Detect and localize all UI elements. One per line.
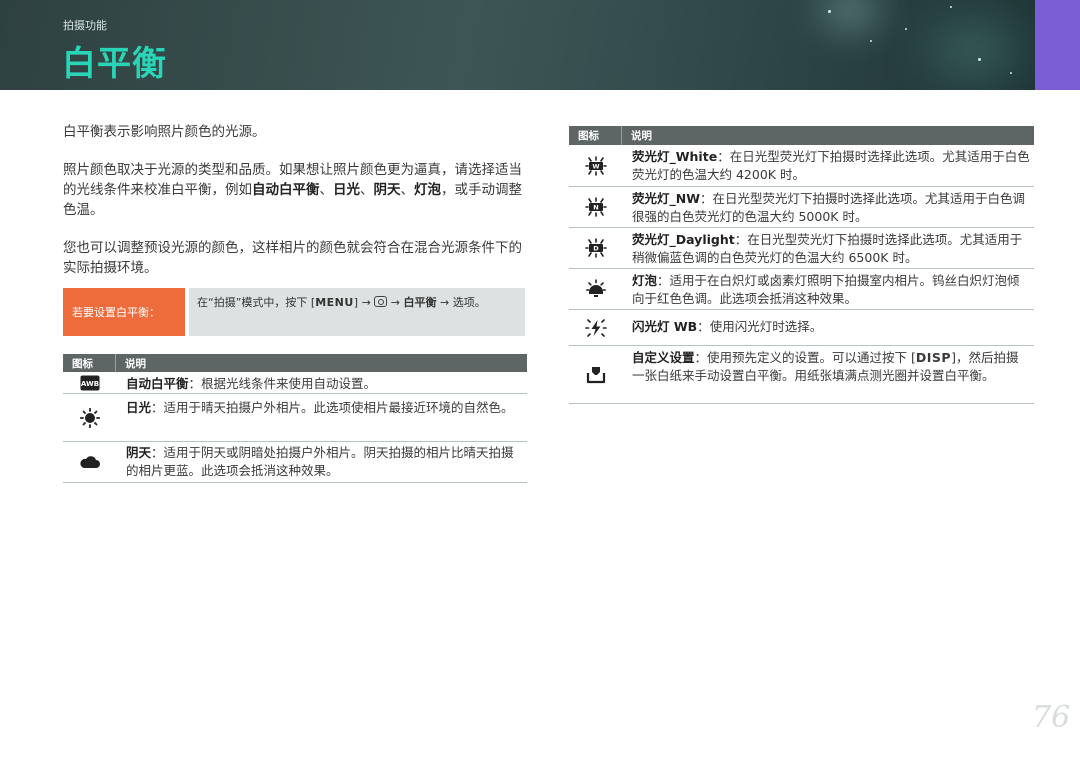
row-text: 日光：适用于晴天拍摄户外相片。此选项使相片最接近环境的自然色。	[126, 400, 514, 415]
flash-wb-icon	[569, 310, 623, 345]
row-text: 闪光灯 WB：使用闪光灯时选择。	[632, 319, 823, 334]
page-title: 白平衡	[62, 44, 167, 84]
intro-paragraph-2: 照片颜色取决于光源的类型和品质。如果想让照片颜色更为逼真，请选择适当的光线条件来…	[63, 162, 522, 218]
menu-key: MENU	[315, 296, 354, 309]
table-row: AWB 自动白平衡：根据光线条件来使用自动设置。	[63, 372, 527, 394]
table-row: 日光：适用于晴天拍摄户外相片。此选项使相片最接近环境的自然色。	[63, 394, 527, 442]
table-row: W 荧光灯_White：在日光型荧光灯下拍摄时选择此选项。尤其适用于白色荧光灯的…	[569, 145, 1034, 187]
fluorescent-w-icon: W	[569, 145, 623, 186]
row-text: 荧光灯_NW：在日光型荧光灯下拍摄时选择此选项。尤其适用于白色调很强的白色荧光灯…	[632, 191, 1026, 224]
header-icon-col: 图标	[63, 354, 116, 372]
camera-settings-icon	[374, 296, 388, 307]
custom-wb-icon	[569, 346, 623, 403]
awb-icon: AWB	[63, 372, 117, 393]
svg-text:D: D	[593, 244, 599, 252]
row-text: 荧光灯_White：在日光型荧光灯下拍摄时选择此选项。尤其适用于白色荧光灯的色温…	[632, 149, 1030, 182]
fluorescent-n-icon: N	[569, 187, 623, 227]
table-row: D 荧光灯_Daylight：在日光型荧光灯下拍摄时选择此选项。尤其适用于稍微偏…	[569, 228, 1034, 269]
chapter-tab	[1035, 0, 1080, 90]
disp-key: DISP	[915, 350, 952, 365]
table-header: 图标 说明	[569, 126, 1034, 145]
header-desc-col: 说明	[631, 130, 652, 142]
tip-instructions: 在“拍摄”模式中，按下 [MENU] → → 白平衡 → 选项。	[189, 288, 525, 336]
row-text: 灯泡：适用于在白炽灯或卤素灯照明下拍摄室内相片。钨丝白炽灯泡倾向于红色色调。此选…	[632, 273, 1020, 306]
breadcrumb: 拍摄功能	[63, 19, 107, 32]
table-row: 闪光灯 WB：使用闪光灯时选择。	[569, 310, 1034, 346]
intro-paragraph-3: 您也可以调整预设光源的颜色，这样相片的颜色就会符合在混合光源条件下的实际拍摄环境…	[63, 240, 522, 276]
table-row: 灯泡：适用于在白炽灯或卤素灯照明下拍摄室内相片。钨丝白炽灯泡倾向于红色色调。此选…	[569, 269, 1034, 310]
bulb-icon	[569, 269, 623, 309]
tip-box: 若要设置白平衡： 在“拍摄”模式中，按下 [MENU] → → 白平衡 → 选项…	[63, 288, 525, 336]
row-text: 自动白平衡：根据光线条件来使用自动设置。	[126, 376, 377, 391]
header-icon-col: 图标	[569, 126, 622, 145]
table-row: 阴天：适用于阴天或阴暗处拍摄户外相片。阴天拍摄的相片比晴天拍摄的相片更蓝。此选项…	[63, 442, 527, 483]
table-header: 图标 说明	[63, 354, 527, 372]
cloud-icon	[63, 442, 117, 482]
svg-text:N: N	[593, 203, 598, 211]
table-row: 自定义设置：使用预先定义的设置。可以通过按下 [DISP]，然后拍摄一张白纸来手…	[569, 346, 1034, 404]
table-row: N 荧光灯_NW：在日光型荧光灯下拍摄时选择此选项。尤其适用于白色调很强的白色荧…	[569, 187, 1034, 228]
row-text: 自定义设置：使用预先定义的设置。可以通过按下 [DISP]，然后拍摄一张白纸来手…	[632, 350, 1019, 383]
intro-section: 白平衡表示影响照片颜色的光源。 照片颜色取决于光源的类型和品质。如果想让照片颜色…	[63, 122, 528, 278]
sun-icon	[63, 394, 117, 441]
wb-options-table-right: 图标 说明 W 荧光灯_White：在日光型荧光灯下拍摄时选择此选项。尤其适用于…	[569, 126, 1034, 404]
fluorescent-d-icon: D	[569, 228, 623, 268]
svg-text:AWB: AWB	[81, 380, 99, 388]
wb-options-table-left: 图标 说明 AWB 自动白平衡：根据光线条件来使用自动设置。 日光：适用于晴天拍…	[63, 354, 527, 483]
row-text: 荧光灯_Daylight：在日光型荧光灯下拍摄时选择此选项。尤其适用于稍微偏蓝色…	[632, 232, 1023, 265]
header-desc-col: 说明	[125, 357, 146, 370]
tip-label: 若要设置白平衡：	[63, 288, 185, 336]
page-number: 76	[1032, 700, 1071, 735]
svg-text:W: W	[592, 162, 599, 170]
intro-paragraph-1: 白平衡表示影响照片颜色的光源。	[63, 124, 266, 140]
row-text: 阴天：适用于阴天或阴暗处拍摄户外相片。阴天拍摄的相片比晴天拍摄的相片更蓝。此选项…	[126, 445, 514, 478]
